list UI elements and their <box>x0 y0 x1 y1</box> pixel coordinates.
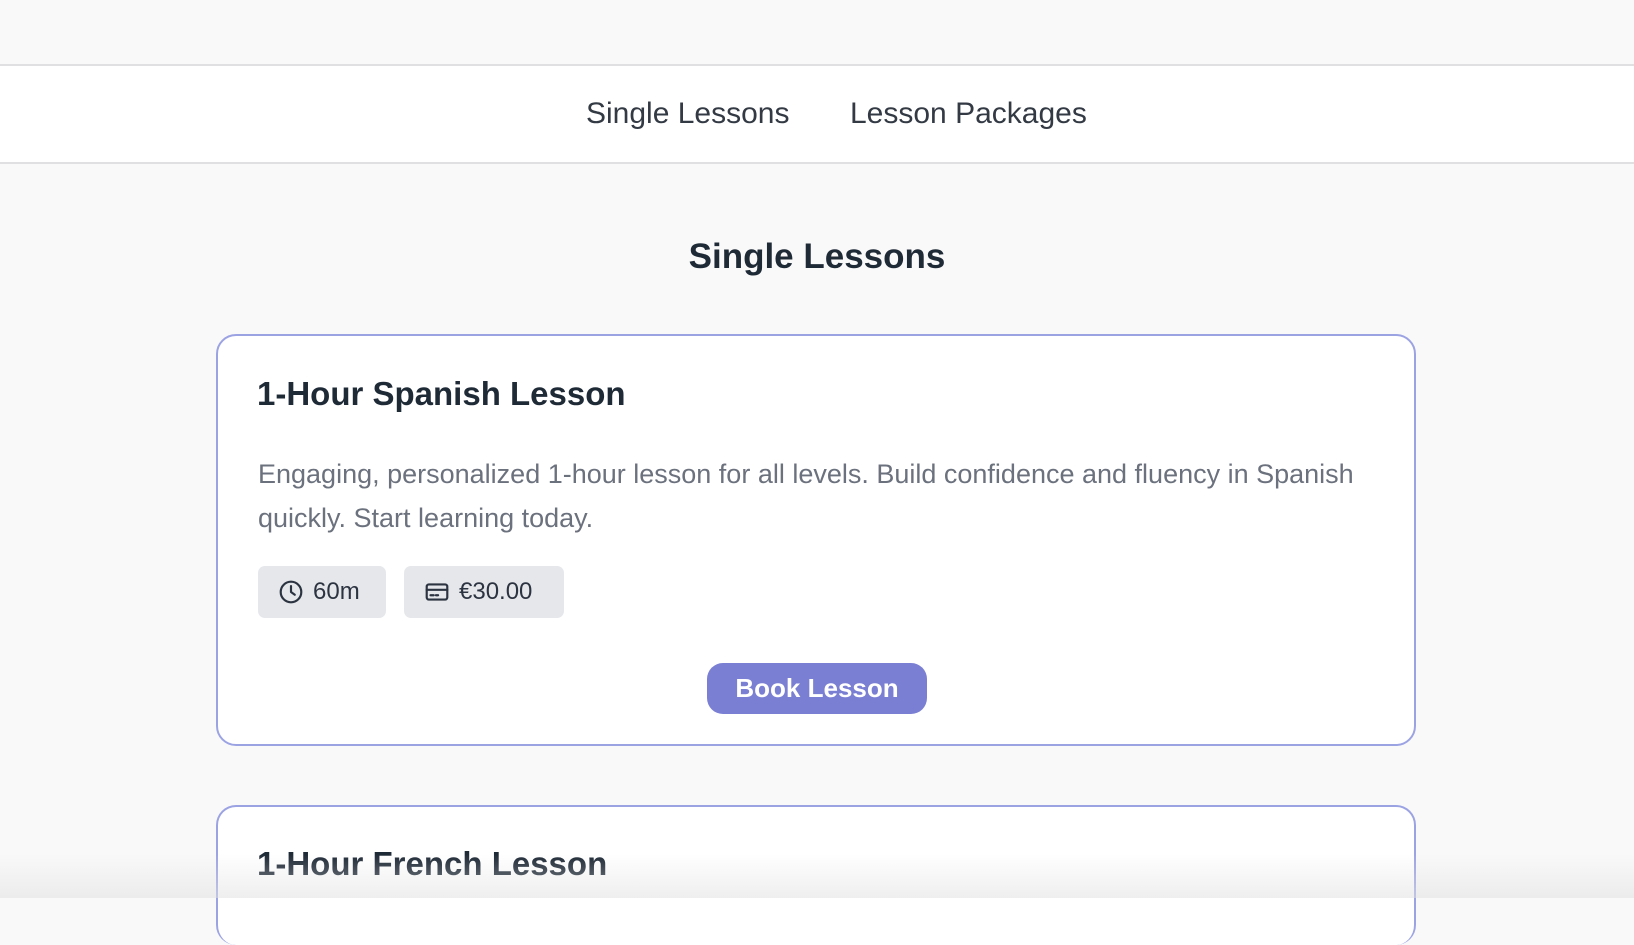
lesson-card: 1-Hour Spanish Lesson Engaging, personal… <box>216 334 1416 746</box>
price-value: €30.00 <box>459 578 533 605</box>
credit-card-icon <box>425 583 449 601</box>
lesson-title: 1-Hour French Lesson <box>257 845 608 882</box>
top-bar <box>0 0 1634 66</box>
lesson-description: Engaging, personalized 1-hour lesson for… <box>258 459 1354 533</box>
price-badge: €30.00 <box>404 566 564 618</box>
duration-value: 60m <box>313 578 360 605</box>
tab-single-lessons[interactable]: Single Lessons <box>586 96 789 132</box>
duration-badge: 60m <box>258 566 386 618</box>
lesson-title: 1-Hour Spanish Lesson <box>257 375 626 412</box>
clock-icon <box>279 580 303 604</box>
section-title: Single Lessons <box>688 237 946 276</box>
lesson-type-nav: Single Lessons Lesson Packages <box>0 66 1634 164</box>
tab-lesson-packages[interactable]: Lesson Packages <box>850 96 1087 132</box>
book-lesson-button[interactable]: Book Lesson <box>707 663 927 714</box>
lesson-card: 1-Hour French Lesson <box>216 805 1416 945</box>
